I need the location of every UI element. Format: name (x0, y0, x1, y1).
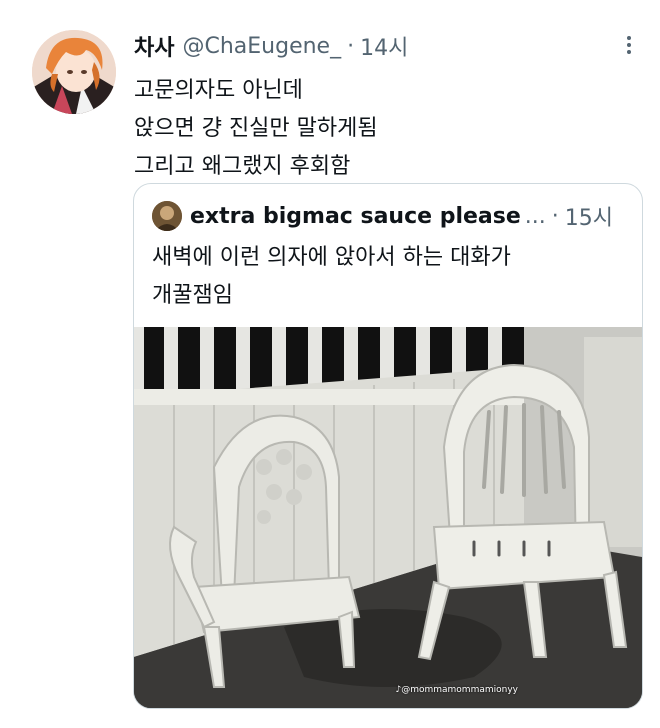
round-avatar-icon (152, 201, 182, 231)
quoted-tweet-timestamp[interactable]: 15시 (565, 200, 613, 232)
display-name[interactable]: 차사 (134, 30, 174, 62)
quoted-tweet-photo[interactable]: ♪@mommamommamionyy (134, 327, 642, 708)
quoted-tweet-header: extra bigmac sauce please ... · 15시 (152, 200, 613, 232)
name-ellipsis: ... (524, 203, 546, 229)
quoted-tweet-text: 새벽에 이런 의자에 앉아서 하는 대화가 개꿀잼임 (152, 239, 511, 315)
user-handle[interactable]: @ChaEugene_ (182, 34, 341, 59)
tiktok-watermark: ♪@mommamommamionyy (395, 685, 518, 695)
chairs-photo (134, 327, 642, 708)
quoted-tweet-line: 새벽에 이런 의자에 앉아서 하는 대화가 (152, 245, 511, 270)
more-vertical-icon (627, 36, 631, 54)
quoted-tweet-line: 개꿀잼임 (152, 283, 233, 308)
anime-avatar-icon (32, 30, 116, 114)
quoted-display-name[interactable]: extra bigmac sauce please (190, 204, 521, 229)
tweet-line: 고문의자도 아닌데 (134, 78, 303, 103)
separator-dot: · (347, 33, 355, 59)
tweet-line: 앉으면 걍 진실만 말하게됨 (134, 116, 378, 141)
quoted-user-avatar[interactable] (152, 201, 182, 231)
user-avatar[interactable] (32, 30, 116, 114)
tweet-line: 그리고 왜그랬지 후회함 (134, 154, 351, 179)
tweet-header: 차사 @ChaEugene_ · 14시 (134, 30, 408, 62)
separator-dot: · (551, 203, 559, 229)
quoted-tweet-card[interactable]: extra bigmac sauce please ... · 15시 새벽에 … (133, 183, 643, 709)
tweet-timestamp[interactable]: 14시 (360, 30, 408, 62)
tweet-text: 고문의자도 아닌데 앉으면 걍 진실만 말하게됨 그리고 왜그랬지 후회함 (134, 72, 378, 186)
more-options-button[interactable] (616, 32, 642, 58)
